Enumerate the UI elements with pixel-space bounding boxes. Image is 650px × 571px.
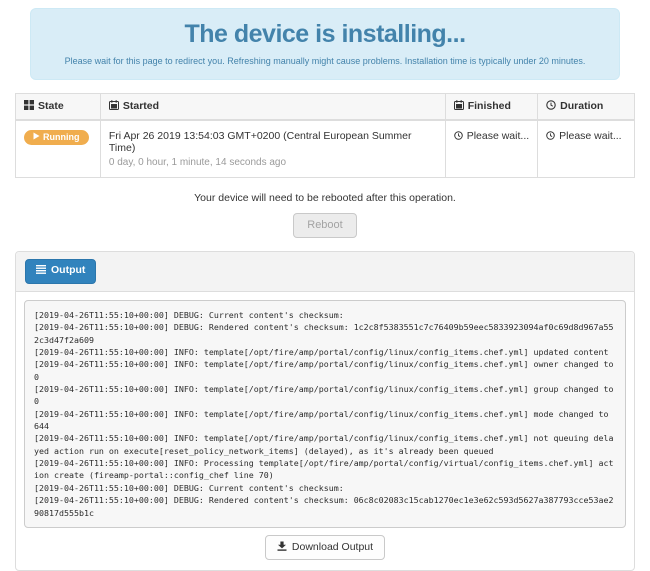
column-header-label: Duration [560, 100, 604, 112]
reboot-section: Your device will need to be rebooted aft… [0, 192, 650, 239]
duration-value: Please wait... [559, 130, 622, 142]
status-table: State Started Finished Duration Running [15, 93, 635, 178]
column-header-label: State [38, 100, 64, 112]
status-row: Running Fri Apr 26 2019 13:54:03 GMT+020… [15, 119, 635, 178]
page-title: The device is installing... [184, 20, 466, 48]
status-badge: Running [24, 130, 89, 145]
installing-banner: The device is installing... Please wait … [30, 8, 620, 80]
started-relative-time: 0 day, 0 hour, 1 minute, 14 seconds ago [108, 157, 287, 168]
output-toggle-label: Output [51, 264, 86, 277]
calendar-icon [108, 100, 119, 113]
column-header-duration: Duration [537, 93, 635, 121]
duration-cell: Please wait... [537, 119, 635, 178]
clock-icon [546, 100, 556, 113]
output-panel: Output [2019-04-26T11:55:10+00:00] DEBUG… [15, 251, 635, 571]
status-table-wrap: State Started Finished Duration Running [15, 93, 635, 178]
clock-icon [546, 131, 555, 143]
started-timestamp: Fri Apr 26 2019 13:54:03 GMT+0200 (Centr… [108, 130, 412, 154]
download-output-label: Download Output [291, 540, 374, 553]
play-icon [33, 132, 40, 142]
th-large-icon [24, 100, 34, 113]
download-icon [277, 541, 287, 555]
finished-value: Please wait... [466, 130, 530, 142]
started-cell: Fri Apr 26 2019 13:54:03 GMT+0200 (Centr… [99, 119, 446, 178]
reboot-button[interactable]: Reboot [293, 213, 357, 239]
calendar-icon [453, 100, 464, 113]
column-header-label: Started [122, 100, 160, 112]
output-panel-heading: Output [16, 252, 634, 292]
reboot-notice: Your device will need to be rebooted aft… [194, 192, 456, 204]
column-header-started: Started [99, 93, 446, 121]
download-output-button[interactable]: Download Output [264, 534, 386, 561]
banner-subtitle: Please wait for this page to redirect yo… [64, 56, 586, 66]
download-wrap: Download Output [24, 528, 626, 563]
clock-icon [453, 131, 463, 143]
output-toggle-button[interactable]: Output [25, 259, 97, 284]
status-badge-label: Running [43, 132, 80, 142]
finished-cell: Please wait... [444, 119, 539, 178]
column-header-finished: Finished [444, 93, 539, 121]
output-panel-body: [2019-04-26T11:55:10+00:00] DEBUG: Curre… [16, 292, 634, 571]
status-table-header-row: State Started Finished Duration [15, 93, 635, 121]
state-cell: Running [15, 119, 101, 178]
list-icon [36, 265, 46, 278]
column-header-label: Finished [467, 100, 511, 112]
column-header-state: State [15, 93, 101, 121]
console-output[interactable]: [2019-04-26T11:55:10+00:00] DEBUG: Curre… [24, 299, 626, 528]
